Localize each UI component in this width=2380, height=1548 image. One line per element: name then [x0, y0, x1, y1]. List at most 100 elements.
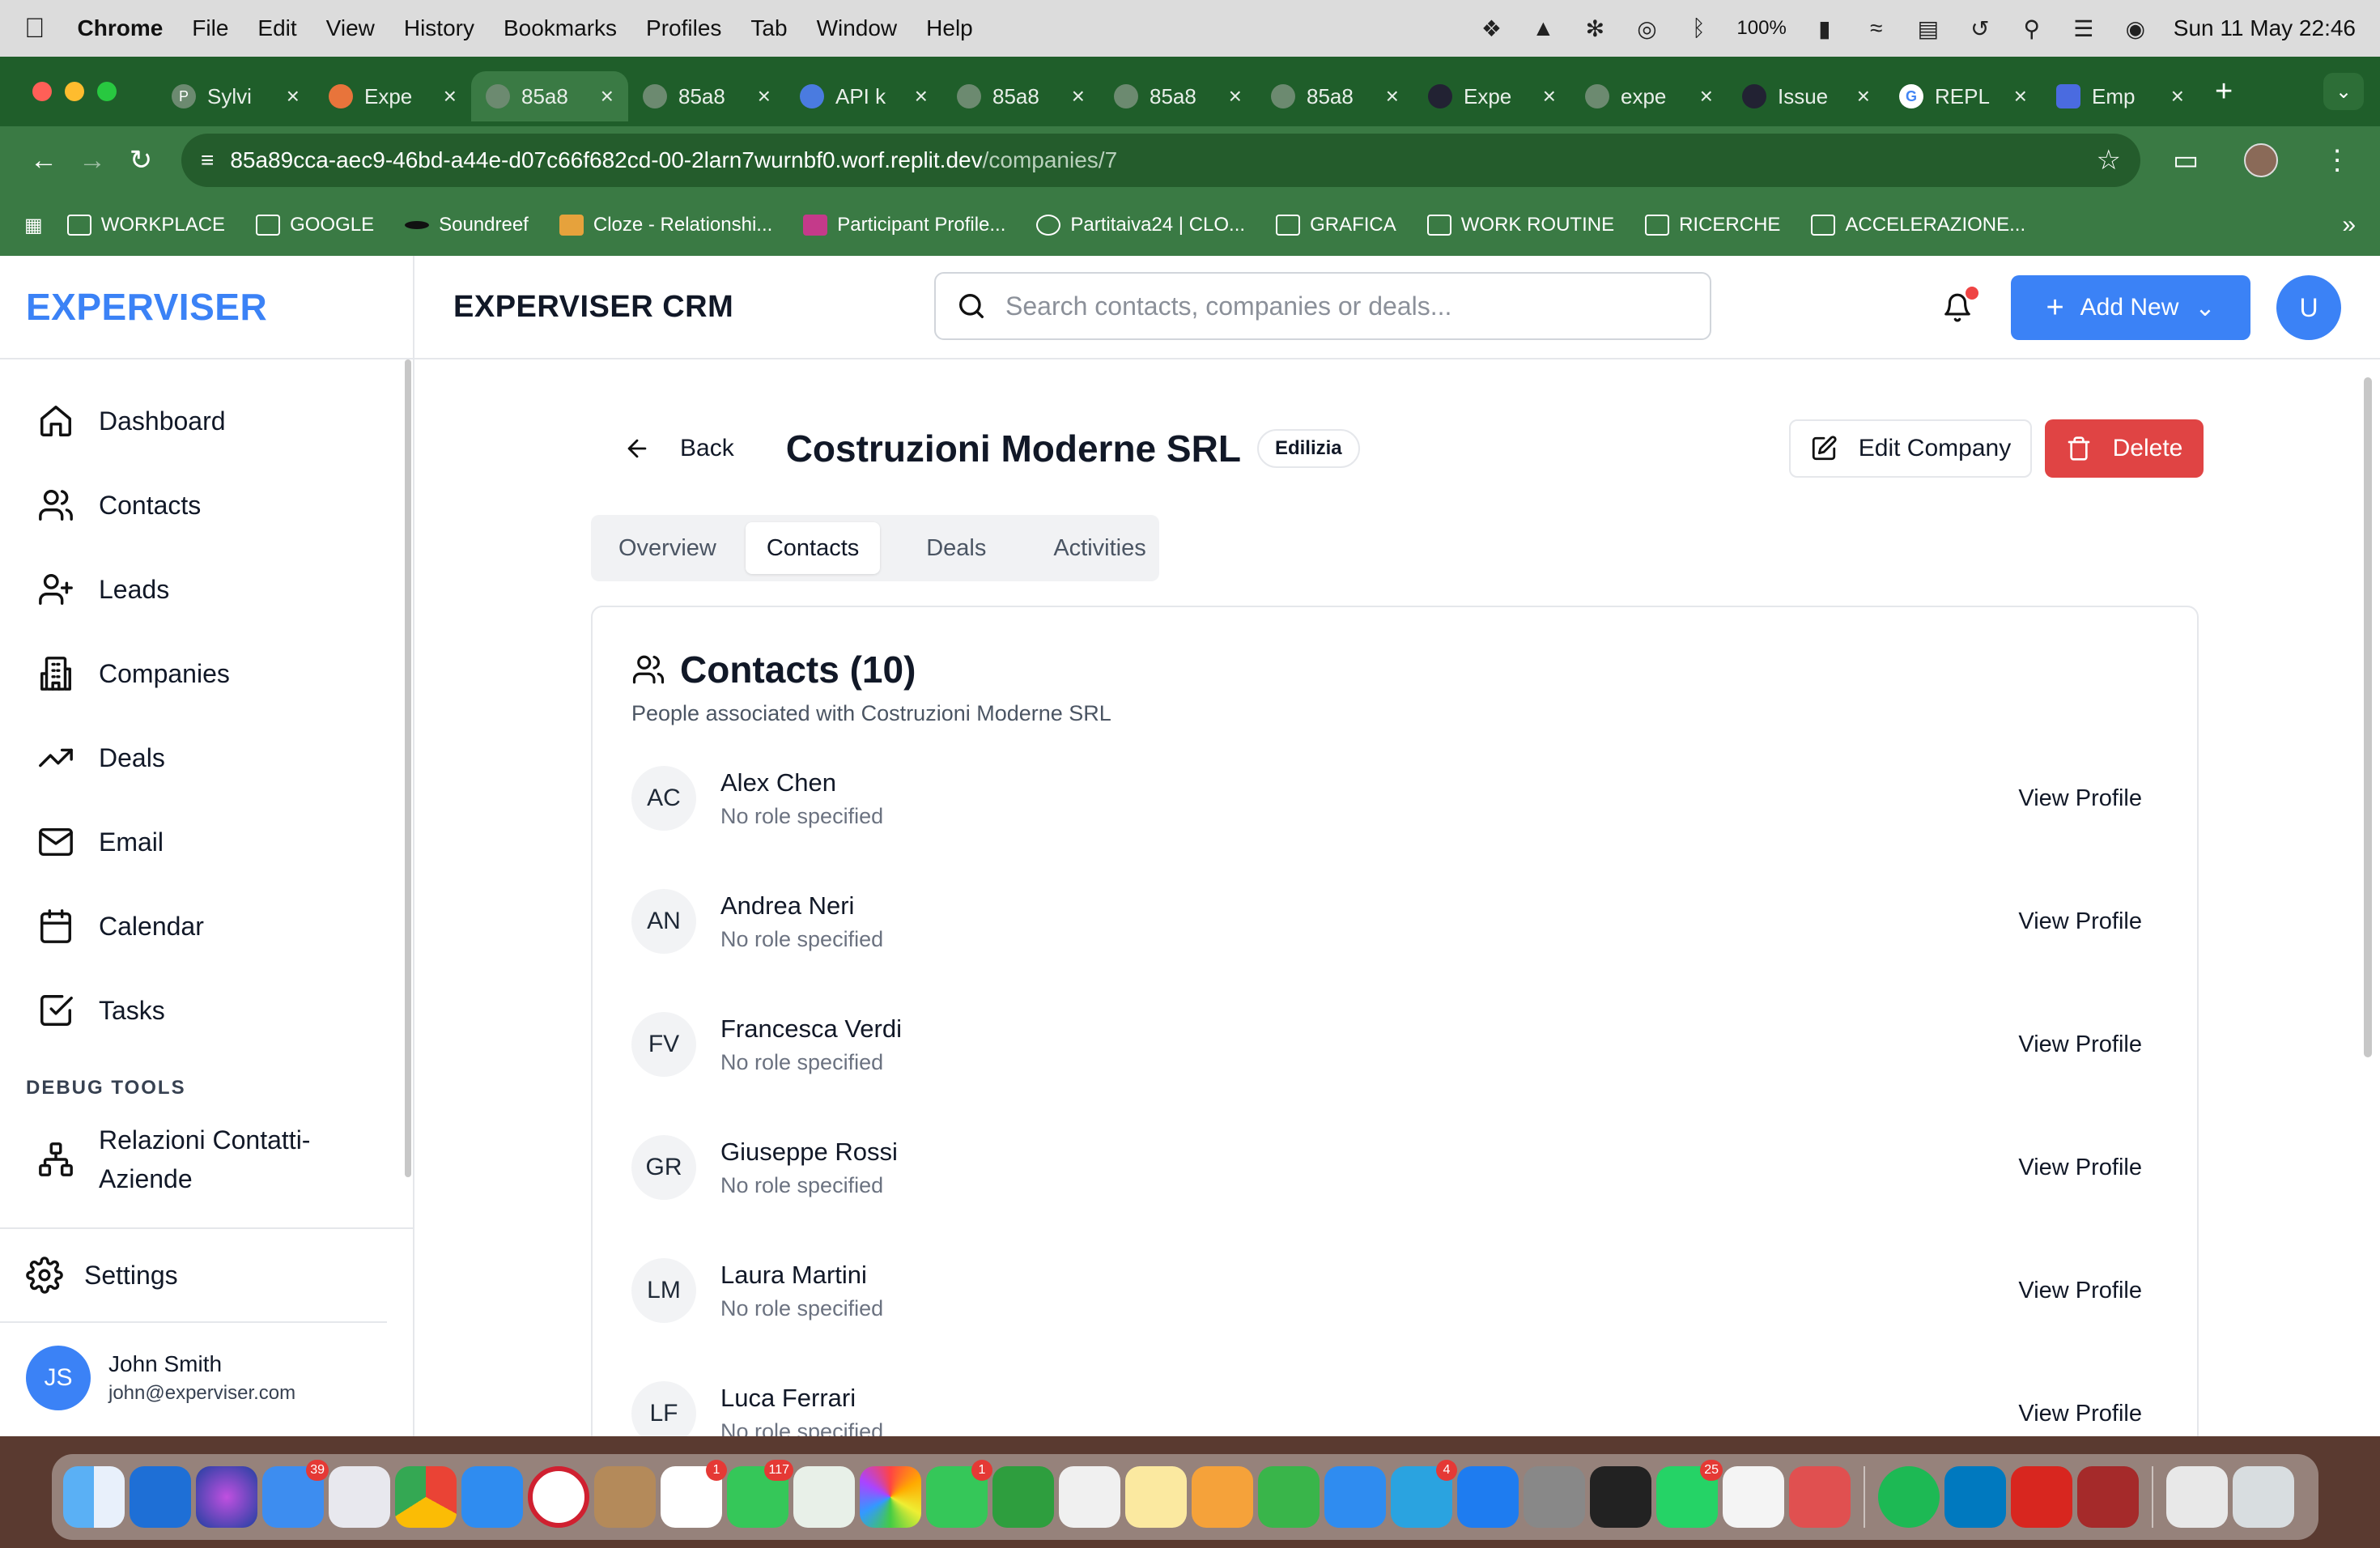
- main-scrollbar[interactable]: [2364, 377, 2372, 1057]
- tab-overview[interactable]: Overview: [597, 522, 737, 574]
- downloads-stack-icon[interactable]: [2166, 1466, 2228, 1528]
- menu-file[interactable]: File: [192, 15, 228, 41]
- chatgpt-icon[interactable]: [1723, 1466, 1784, 1528]
- menu-profiles[interactable]: Profiles: [646, 15, 721, 41]
- tab-close-icon[interactable]: ×: [2014, 83, 2027, 109]
- delete-button[interactable]: Delete: [2045, 419, 2204, 478]
- sidebar-item-companies[interactable]: Companies: [0, 632, 413, 716]
- outlook-icon[interactable]: [130, 1466, 191, 1528]
- browser-tab[interactable]: Emp ×: [2042, 71, 2199, 121]
- tab-contacts[interactable]: Contacts: [745, 522, 881, 574]
- browser-tab-active[interactable]: 85a8 ×: [471, 71, 628, 121]
- safari-icon[interactable]: [461, 1466, 523, 1528]
- browser-tab[interactable]: expe ×: [1570, 71, 1728, 121]
- bookmark-link[interactable]: Participant Profile...: [803, 214, 1005, 236]
- pages-icon[interactable]: [1192, 1466, 1253, 1528]
- apple-icon[interactable]: : [24, 13, 45, 45]
- contacts-app-icon[interactable]: [594, 1466, 656, 1528]
- phone-icon[interactable]: [1590, 1466, 1651, 1528]
- dropbox-icon[interactable]: ❖: [1477, 16, 1505, 41]
- whatsapp-icon[interactable]: 25: [1656, 1460, 1723, 1528]
- airdrop-icon[interactable]: ◎: [1633, 16, 1660, 41]
- view-profile-button[interactable]: View Profile: [2018, 1278, 2142, 1304]
- bookmark-star-icon[interactable]: ☆: [2097, 144, 2121, 176]
- apps-grid-icon[interactable]: ▦: [24, 214, 43, 237]
- siri-app-icon[interactable]: [196, 1466, 257, 1528]
- menu-help[interactable]: Help: [926, 15, 973, 41]
- memory-icon[interactable]: ▤: [1915, 16, 1942, 41]
- tab-close-icon[interactable]: ×: [1543, 83, 1556, 109]
- browser-tab[interactable]: P Sylvi ×: [157, 71, 314, 121]
- chat-icon[interactable]: [992, 1466, 1054, 1528]
- acrobat-icon[interactable]: [2011, 1466, 2072, 1528]
- bookmark-link[interactable]: Partitaiva24 | CLO...: [1036, 214, 1245, 236]
- menu-bookmarks[interactable]: Bookmarks: [504, 15, 617, 41]
- search-box[interactable]: [934, 272, 1711, 340]
- calendar-app-icon[interactable]: 1: [661, 1460, 727, 1528]
- keynote-icon[interactable]: [1324, 1466, 1386, 1528]
- maps-icon[interactable]: [793, 1466, 855, 1528]
- tab-activities[interactable]: Activities: [1032, 522, 1167, 574]
- browser-tab[interactable]: 85a8 ×: [1099, 71, 1256, 121]
- sidebar-item-dashboard[interactable]: Dashboard: [0, 379, 413, 463]
- mail-app-icon[interactable]: 39: [262, 1460, 329, 1528]
- tab-close-icon[interactable]: ×: [1386, 83, 1399, 109]
- edit-company-button[interactable]: Edit Company: [1789, 419, 2032, 478]
- bookmark-link[interactable]: Cloze - Relationshi...: [559, 214, 772, 236]
- sidebar-item-email[interactable]: Email: [0, 800, 413, 884]
- sidebar-item-contacts[interactable]: Contacts: [0, 463, 413, 547]
- bookmark-link[interactable]: Soundreef: [405, 214, 529, 236]
- sidebar-scrollbar[interactable]: [405, 359, 411, 1177]
- opera-icon[interactable]: [528, 1466, 589, 1528]
- spotlight-icon[interactable]: ⚲: [2018, 16, 2046, 41]
- tab-deals[interactable]: Deals: [888, 522, 1024, 574]
- trash-bin-icon[interactable]: [2233, 1466, 2294, 1528]
- sidebar-item-deals[interactable]: Deals: [0, 716, 413, 800]
- bookmark-folder[interactable]: WORKPLACE: [66, 214, 225, 236]
- menubar-clock[interactable]: Sun 11 May 22:46: [2174, 15, 2356, 41]
- close-window-button[interactable]: [32, 82, 52, 101]
- extensions-icon[interactable]: ▭: [2173, 144, 2199, 176]
- menu-view[interactable]: View: [326, 15, 375, 41]
- tab-search-icon[interactable]: ⌄: [2323, 73, 2364, 110]
- sidebar-item-tasks[interactable]: Tasks: [0, 968, 413, 1053]
- bookmark-folder[interactable]: ACCELERAZIONE...: [1811, 214, 2025, 236]
- view-profile-button[interactable]: View Profile: [2018, 1155, 2142, 1181]
- brand-logo[interactable]: EXPERVISER: [0, 256, 413, 359]
- user-avatar-button[interactable]: U: [2276, 275, 2341, 340]
- sidebar-item-settings[interactable]: Settings: [0, 1229, 387, 1323]
- notifications-button[interactable]: [1936, 287, 1978, 329]
- facetime-icon[interactable]: 1: [926, 1460, 992, 1528]
- chevron-double-right-icon[interactable]: »: [2342, 211, 2356, 239]
- browser-tab[interactable]: Expe ×: [1413, 71, 1570, 121]
- tab-close-icon[interactable]: ×: [2171, 83, 2184, 109]
- view-profile-button[interactable]: View Profile: [2018, 1031, 2142, 1058]
- current-user[interactable]: JS John Smith john@experviser.com: [0, 1323, 413, 1433]
- tab-close-icon[interactable]: ×: [601, 83, 614, 109]
- app-store-icon[interactable]: [1457, 1466, 1519, 1528]
- reload-icon[interactable]: ↻: [117, 144, 165, 176]
- notes-icon[interactable]: [1125, 1466, 1187, 1528]
- control-center-icon[interactable]: ☰: [2070, 16, 2097, 41]
- trello-icon[interactable]: [1944, 1466, 2006, 1528]
- menu-history[interactable]: History: [404, 15, 474, 41]
- tab-close-icon[interactable]: ×: [1072, 83, 1085, 109]
- tab-close-icon[interactable]: ×: [1857, 83, 1870, 109]
- add-new-button[interactable]: + Add New ⌄: [2011, 275, 2250, 340]
- bookmark-folder[interactable]: GRAFICA: [1276, 214, 1396, 236]
- wifi-icon[interactable]: ≈: [1863, 15, 1890, 40]
- openai-icon[interactable]: ✻: [1581, 16, 1609, 41]
- launchpad-icon[interactable]: [329, 1466, 390, 1528]
- zoom-window-button[interactable]: [97, 82, 117, 101]
- browser-tab[interactable]: 85a8 ×: [942, 71, 1099, 121]
- numbers-icon[interactable]: [1258, 1466, 1320, 1528]
- sidebar-item-calendar[interactable]: Calendar: [0, 884, 413, 968]
- browser-tab[interactable]: Expe ×: [314, 71, 471, 121]
- bookmark-folder[interactable]: WORK ROUTINE: [1426, 214, 1614, 236]
- browser-tab[interactable]: 85a8 ×: [1256, 71, 1413, 121]
- tab-close-icon[interactable]: ×: [1700, 83, 1713, 109]
- bookmark-folder[interactable]: RICERCHE: [1645, 214, 1780, 236]
- browser-tab[interactable]: API k ×: [785, 71, 942, 121]
- finder-icon[interactable]: [63, 1466, 125, 1528]
- browser-tab[interactable]: Issue ×: [1728, 71, 1885, 121]
